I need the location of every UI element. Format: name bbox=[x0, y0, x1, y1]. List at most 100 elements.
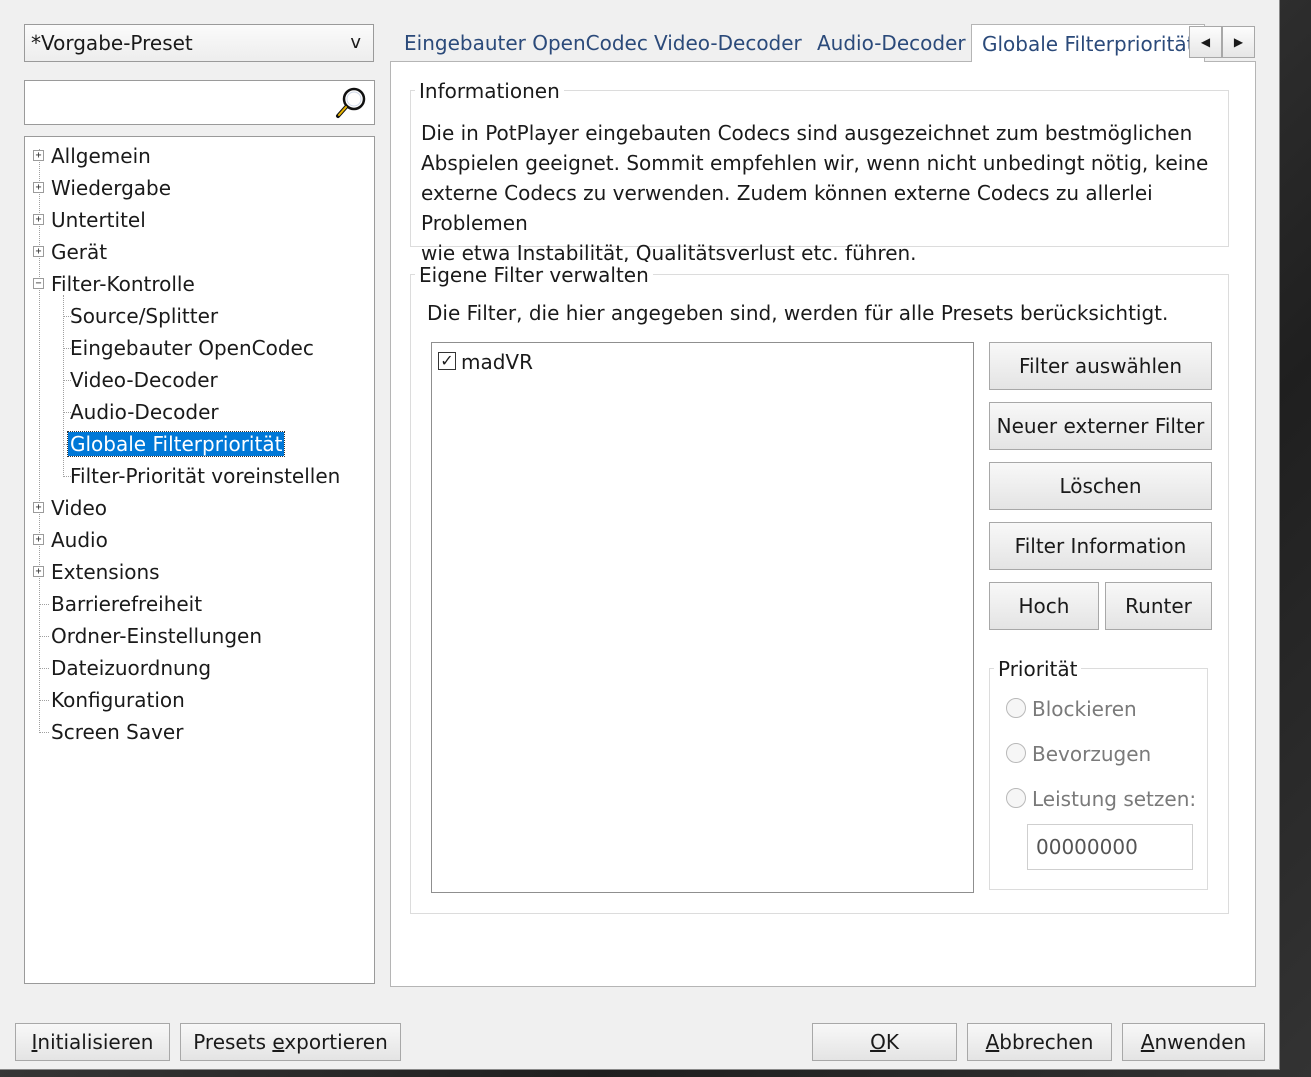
tree-item-label: Extensions bbox=[51, 560, 160, 584]
apply-button[interactable]: Anwenden bbox=[1122, 1023, 1265, 1061]
radio-block[interactable] bbox=[1006, 698, 1026, 718]
select-filter-button[interactable]: Filter auswählen bbox=[989, 342, 1212, 390]
tree-item-video[interactable]: Video bbox=[49, 493, 109, 523]
move-up-button[interactable]: Hoch bbox=[989, 582, 1099, 630]
search-input[interactable] bbox=[24, 80, 375, 125]
tab-content-panel: Informationen Die in PotPlayer eingebaut… bbox=[390, 61, 1256, 987]
tree-item-label: Video bbox=[51, 496, 108, 520]
move-down-button[interactable]: Runter bbox=[1105, 582, 1212, 630]
merit-value-input[interactable]: 00000000 bbox=[1027, 824, 1193, 870]
tree-item-audio-decoder[interactable]: Audio-Decoder bbox=[68, 397, 221, 427]
expand-icon[interactable]: + bbox=[33, 246, 44, 257]
new-external-filter-button[interactable]: Neuer externer Filter bbox=[989, 402, 1212, 450]
tree-item-untertitel[interactable]: Untertitel bbox=[49, 205, 148, 235]
initialize-button-label: Initialisieren bbox=[31, 1030, 154, 1054]
collapse-icon[interactable]: − bbox=[33, 278, 44, 289]
tree-item-eingebauter-opencodec[interactable]: Eingebauter OpenCodec bbox=[68, 333, 316, 363]
tab-scroll-left-icon[interactable]: ◀ bbox=[1189, 26, 1222, 58]
tree-item-video-decoder[interactable]: Video-Decoder bbox=[68, 365, 220, 395]
expand-icon[interactable]: + bbox=[33, 182, 44, 193]
info-line: Die in PotPlayer eingebauten Codecs sind… bbox=[421, 121, 1193, 145]
info-text: Die in PotPlayer eingebauten Codecs sind… bbox=[421, 118, 1255, 268]
expand-icon[interactable]: + bbox=[33, 566, 44, 577]
tab-audio-decoder[interactable]: Audio-Decoder bbox=[817, 24, 966, 62]
chevron-down-icon[interactable]: v bbox=[350, 25, 361, 61]
preset-combobox[interactable]: *Vorgabe-Preset v bbox=[24, 24, 374, 62]
radio-prefer[interactable] bbox=[1006, 743, 1026, 763]
info-group-legend: Informationen bbox=[415, 78, 564, 104]
tree-item-label: Gerät bbox=[51, 240, 108, 264]
custom-filters-description: Die Filter, die hier angegeben sind, wer… bbox=[427, 301, 1169, 325]
tree-item-dateizuordnung[interactable]: Dateizuordnung bbox=[49, 653, 213, 683]
ok-button-label: OK bbox=[870, 1030, 899, 1054]
tree-item-filter-prioritaet-voreinstellen[interactable]: Filter-Priorität voreinstellen bbox=[68, 461, 342, 491]
tab-scroll-right-icon[interactable]: ▶ bbox=[1222, 26, 1255, 58]
radio-prefer-label: Bevorzugen bbox=[1032, 742, 1152, 766]
tree-item-label: Ordner-Einstellungen bbox=[51, 624, 263, 648]
settings-tree[interactable]: + Allgemein + Wiedergabe + Untertitel + … bbox=[24, 136, 375, 984]
expand-icon[interactable]: + bbox=[33, 502, 44, 513]
filter-item-label: madVR bbox=[461, 350, 534, 374]
initialize-button[interactable]: Initialisieren bbox=[15, 1023, 170, 1061]
tree-item-label: Audio bbox=[51, 528, 108, 552]
tree-connector bbox=[39, 732, 49, 733]
tree-item-filter-kontrolle[interactable]: Filter-Kontrolle bbox=[49, 269, 197, 299]
filter-list[interactable]: ✓ madVR bbox=[431, 342, 974, 893]
tree-connector bbox=[39, 149, 40, 731]
tree-item-label: Video-Decoder bbox=[70, 368, 218, 392]
tree-item-label: Source/Splitter bbox=[70, 304, 219, 328]
preferences-dialog: *Vorgabe-Preset v + Allgemein + Wiederga… bbox=[0, 0, 1280, 1070]
cancel-button-label: Abbrechen bbox=[985, 1030, 1094, 1054]
tree-item-label: Filter-Kontrolle bbox=[51, 272, 195, 296]
apply-button-label: Anwenden bbox=[1140, 1030, 1247, 1054]
radio-set-merit[interactable] bbox=[1006, 788, 1026, 808]
tree-item-extensions[interactable]: Extensions bbox=[49, 557, 162, 587]
tree-item-label: Barrierefreiheit bbox=[51, 592, 203, 616]
radio-block-label: Blockieren bbox=[1032, 697, 1137, 721]
tree-item-label: Wiedergabe bbox=[51, 176, 172, 200]
tab-eingebauter-opencodec[interactable]: Eingebauter OpenCodec bbox=[404, 24, 648, 62]
tree-item-ordner-einstellungen[interactable]: Ordner-Einstellungen bbox=[49, 621, 264, 651]
magnifier-icon[interactable] bbox=[334, 86, 368, 120]
tree-item-wiedergabe[interactable]: Wiedergabe bbox=[49, 173, 173, 203]
cancel-button[interactable]: Abbrechen bbox=[967, 1023, 1112, 1061]
tree-item-source-splitter[interactable]: Source/Splitter bbox=[68, 301, 220, 331]
tab-globale-filterprioritaet[interactable]: Globale Filterpriorität bbox=[971, 24, 1206, 62]
tree-item-audio[interactable]: Audio bbox=[49, 525, 110, 555]
tree-item-allgemein[interactable]: Allgemein bbox=[49, 141, 153, 171]
list-item[interactable]: ✓ madVR bbox=[437, 348, 737, 376]
export-presets-button-label: Presets exportieren bbox=[193, 1030, 388, 1054]
tree-item-konfiguration[interactable]: Konfiguration bbox=[49, 685, 187, 715]
tree-item-label: Konfiguration bbox=[51, 688, 185, 712]
expand-icon[interactable]: + bbox=[33, 534, 44, 545]
tree-item-label: Allgemein bbox=[51, 144, 151, 168]
tree-item-label: Eingebauter OpenCodec bbox=[70, 336, 314, 360]
delete-filter-button[interactable]: Löschen bbox=[989, 462, 1212, 510]
tree-item-globale-filterprioritaet[interactable]: Globale Filterpriorität bbox=[66, 429, 286, 459]
tree-item-label: Screen Saver bbox=[51, 720, 184, 744]
tree-item-label: Globale Filterpriorität bbox=[66, 431, 286, 457]
info-line: externe Codecs zu verwenden. Zudem könne… bbox=[421, 181, 1153, 235]
info-line: Abspielen geeignet. Sommit empfehlen wir… bbox=[421, 151, 1209, 175]
tab-video-decoder[interactable]: Video-Decoder bbox=[654, 24, 802, 62]
tree-item-label: Dateizuordnung bbox=[51, 656, 212, 680]
tree-item-geraet[interactable]: Gerät bbox=[49, 237, 109, 267]
tree-item-label: Filter-Priorität voreinstellen bbox=[70, 464, 341, 488]
expand-icon[interactable]: + bbox=[33, 214, 44, 225]
tree-item-label: Audio-Decoder bbox=[70, 400, 219, 424]
filter-information-button[interactable]: Filter Information bbox=[989, 522, 1212, 570]
filter-checkbox[interactable]: ✓ bbox=[438, 352, 456, 370]
expand-icon[interactable]: + bbox=[33, 150, 44, 161]
tree-item-screen-saver[interactable]: Screen Saver bbox=[49, 717, 185, 747]
tree-connector bbox=[39, 700, 49, 701]
export-presets-button[interactable]: Presets exportieren bbox=[180, 1023, 401, 1061]
custom-filters-legend: Eigene Filter verwalten bbox=[415, 262, 653, 288]
ok-button[interactable]: OK bbox=[812, 1023, 957, 1061]
tree-item-label: Untertitel bbox=[51, 208, 146, 232]
tree-connector bbox=[39, 668, 49, 669]
tree-item-barrierefreiheit[interactable]: Barrierefreiheit bbox=[49, 589, 204, 619]
tree-connector bbox=[39, 604, 49, 605]
tree-connector bbox=[63, 295, 64, 475]
tree-connector bbox=[39, 636, 49, 637]
radio-set-merit-label: Leistung setzen: bbox=[1032, 787, 1197, 811]
